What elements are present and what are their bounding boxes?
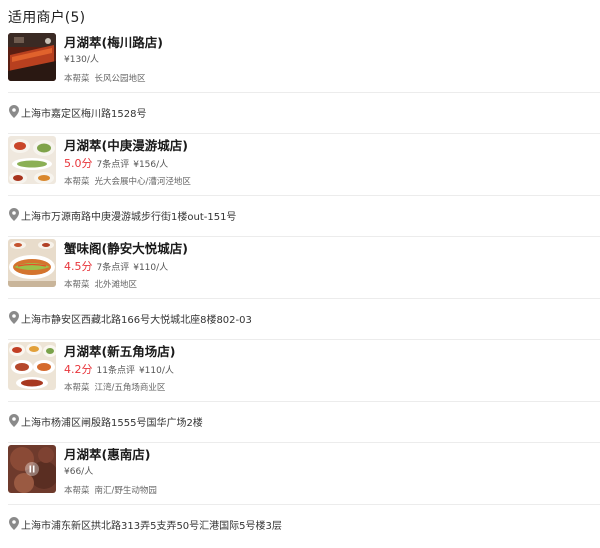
- merchant-address: 上海市嘉定区梅川路1528号: [21, 109, 147, 120]
- fish-dish-photo: [8, 239, 56, 287]
- merchant-card[interactable]: 月湖萃(中庚漫游城店) 5.0分 7条点评 ¥156/人 本帮菜 光大会展中心/漕河泾…: [0, 136, 600, 195]
- location-pin-icon: [9, 105, 19, 118]
- merchant-list-page: 适用商户(5) 月湖萃(梅川路店) ¥130/人 本帮菜 长风公园地区 上海市嘉…: [0, 0, 600, 544]
- merchant-name: 月湖萃(新五角场店): [64, 344, 176, 359]
- merchant-name: 蟹味阁(静安大悦城店): [64, 241, 188, 256]
- rating-score: 5.0分: [64, 157, 93, 170]
- merchant-card[interactable]: 月湖萃(梅川路店) ¥130/人 本帮菜 长风公园地区: [0, 33, 600, 92]
- merchant-card[interactable]: 月湖萃(新五角场店) 4.2分 11条点评 ¥110/人 本帮菜 江湾/五角场商业区: [0, 342, 600, 401]
- merchant-photo: [8, 136, 56, 184]
- merchant-entry: 月湖萃(中庚漫游城店) 5.0分 7条点评 ¥156/人 本帮菜 光大会展中心/漕河泾…: [0, 136, 600, 239]
- rating-score: 4.2分: [64, 363, 93, 376]
- area-tag: 江湾/五角场商业区: [94, 383, 166, 393]
- merchant-tags: 本帮菜 长风公园地区: [64, 72, 146, 84]
- address-row[interactable]: 上海市杨浦区闸殷路1555号国华广场2楼: [0, 402, 600, 442]
- merchant-address: 上海市杨浦区闸殷路1555号国华广场2楼: [21, 418, 203, 429]
- review-count: 7条点评: [96, 263, 130, 273]
- cuisine-tag: 本帮菜: [64, 383, 90, 393]
- divider: [8, 133, 600, 134]
- merchant-entry: 月湖萃(新五角场店) 4.2分 11条点评 ¥110/人 本帮菜 江湾/五角场商业区 …: [0, 342, 600, 445]
- merchant-entry: 蟹味阁(静安大悦城店) 4.5分 7条点评 ¥110/人 本帮菜 北外滩地区 上海市静…: [0, 239, 600, 342]
- merchant-entry: 月湖萃(梅川路店) ¥130/人 本帮菜 长风公园地区 上海市嘉定区梅川路1528…: [0, 33, 600, 136]
- merchant-rating-price: ¥66/人: [64, 464, 93, 477]
- merchant-address: 上海市万源南路中庚漫游城步行街1楼out-151号: [21, 212, 237, 223]
- divider: [8, 442, 600, 443]
- merchant-rating-price: 4.5分 7条点评 ¥110/人: [64, 258, 168, 274]
- review-count: 11条点评: [96, 366, 135, 376]
- merchant-name: 月湖萃(惠南店): [64, 447, 151, 462]
- merchant-photo: [8, 239, 56, 287]
- cuisine-tag: 本帮菜: [64, 177, 90, 187]
- area-tag: 南汇/野生动物园: [94, 486, 157, 496]
- merchant-tags: 本帮菜 光大会展中心/漕河泾地区: [64, 175, 191, 187]
- merchant-photo: [8, 342, 56, 390]
- merchant-tags: 本帮菜 北外滩地区: [64, 278, 137, 290]
- merchant-name: 月湖萃(中庚漫游城店): [64, 138, 188, 153]
- area-tag: 光大会展中心/漕河泾地区: [94, 177, 191, 187]
- merchant-rating-price: 5.0分 7条点评 ¥156/人: [64, 155, 168, 171]
- price-per-person: ¥156/人: [133, 160, 169, 170]
- address-row[interactable]: 上海市万源南路中庚漫游城步行街1楼out-151号: [0, 196, 600, 236]
- area-tag: 长风公园地区: [94, 74, 146, 84]
- table-spread-photo: [8, 342, 56, 390]
- price-per-person: ¥66/人: [64, 467, 94, 477]
- price-per-person: ¥110/人: [138, 366, 174, 376]
- area-tag: 北外滩地区: [94, 280, 138, 290]
- merchant-rating-price: ¥130/人: [64, 52, 99, 65]
- address-row[interactable]: 上海市浦东新区拱北路313弄5支弄50号汇港国际5号楼3层: [0, 505, 600, 545]
- dishes-photo: [8, 136, 56, 184]
- merchant-photo: [8, 445, 56, 493]
- grilled-meat-photo: [8, 33, 56, 81]
- price-per-person: ¥130/人: [64, 55, 99, 65]
- divider: [8, 236, 600, 237]
- merchant-entry: 月湖萃(惠南店) ¥66/人 本帮菜 南汇/野生动物园 上海市浦东新区拱北路313…: [0, 445, 600, 548]
- location-pin-icon: [9, 517, 19, 530]
- merchant-rating-price: 4.2分 11条点评 ¥110/人: [64, 361, 174, 377]
- address-row[interactable]: 上海市静安区西藏北路166号大悦城北座8楼802-03: [0, 299, 600, 339]
- merchant-address: 上海市静安区西藏北路166号大悦城北座8楼802-03: [21, 315, 252, 326]
- divider: [8, 339, 600, 340]
- cuisine-tag: 本帮菜: [64, 74, 90, 84]
- merchant-name: 月湖萃(梅川路店): [64, 35, 163, 50]
- merchant-address: 上海市浦东新区拱北路313弄5支弄50号汇港国际5号楼3层: [21, 521, 282, 532]
- rating-score: 4.5分: [64, 260, 93, 273]
- merchant-tags: 本帮菜 江湾/五角场商业区: [64, 381, 165, 393]
- location-pin-icon: [9, 414, 19, 427]
- merchant-card[interactable]: 蟹味阁(静安大悦城店) 4.5分 7条点评 ¥110/人 本帮菜 北外滩地区: [0, 239, 600, 298]
- merchant-card[interactable]: 月湖萃(惠南店) ¥66/人 本帮菜 南汇/野生动物园: [0, 445, 600, 504]
- applicable-merchants-title: 适用商户(5): [8, 10, 86, 26]
- blurred-video-thumbnail: [8, 445, 56, 493]
- address-row[interactable]: 上海市嘉定区梅川路1528号: [0, 93, 600, 133]
- price-per-person: ¥110/人: [133, 263, 169, 273]
- cuisine-tag: 本帮菜: [64, 486, 90, 496]
- location-pin-icon: [9, 311, 19, 324]
- merchant-photo: [8, 33, 56, 81]
- location-pin-icon: [9, 208, 19, 221]
- cuisine-tag: 本帮菜: [64, 280, 90, 290]
- merchant-tags: 本帮菜 南汇/野生动物园: [64, 484, 157, 496]
- review-count: 7条点评: [96, 160, 130, 170]
